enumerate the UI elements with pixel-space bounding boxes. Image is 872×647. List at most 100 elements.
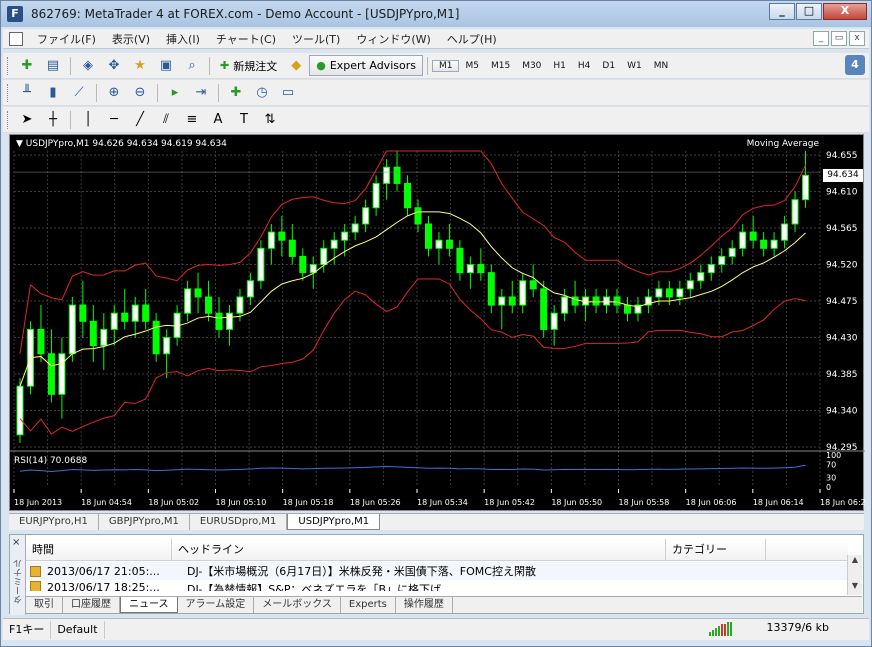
candlestick-icon[interactable]: ▮ (43, 83, 63, 103)
time-tick-label: 18 Jun 04:54 (81, 498, 132, 507)
candle-body (47, 353, 55, 395)
chart-tab-usdjpy[interactable]: USDJPYpro,M1 (287, 514, 381, 530)
candle-body (58, 353, 66, 395)
menu-insert[interactable]: 挿入(I) (158, 31, 208, 47)
fibonacci-icon[interactable]: ≡ (182, 110, 202, 130)
tab-news[interactable]: ニュース (120, 597, 178, 613)
price-chart[interactable]: 94.655 94.610 94.565 94.520 94.475 94.430 94.3… (10, 135, 865, 512)
close-button[interactable]: X (823, 3, 867, 20)
title-bar[interactable]: F 862769: MetaTrader 4 at FOREX.com - De… (1, 1, 871, 27)
horizontal-line-icon[interactable]: ─ (104, 110, 124, 130)
column-time[interactable]: 時間 (26, 539, 172, 560)
document-icon[interactable] (9, 31, 23, 46)
chart-tab-eurjpy[interactable]: EURJPYpro,H1 (9, 514, 99, 530)
maximize-button[interactable]: □ (796, 3, 822, 20)
timeframe-m5[interactable]: M5 (459, 61, 485, 71)
cursor-icon[interactable]: ➤ (17, 110, 37, 130)
zoom-out-icon[interactable]: ⊖ (130, 83, 150, 103)
new-chart-icon[interactable]: ✚ (17, 56, 37, 76)
menu-help[interactable]: ヘルプ(H) (439, 31, 505, 47)
timeframe-m1[interactable]: M1 (431, 59, 460, 72)
candle-body (393, 166, 401, 184)
trendline-icon[interactable]: ╱ (130, 110, 150, 130)
terminal-side: × ターミナル (10, 535, 26, 615)
profiles-icon[interactable]: ▤ (43, 56, 63, 76)
menu-charts[interactable]: チャート(C) (208, 31, 284, 47)
scroll-down-icon[interactable]: ▼ (848, 581, 862, 595)
candle-body (79, 304, 87, 322)
close-icon[interactable]: × (12, 537, 20, 548)
arrows-icon[interactable]: ⇅ (260, 110, 280, 130)
time-tick-label: 18 Jun 05:58 (619, 498, 670, 507)
chart-window[interactable]: 94.655 94.610 94.565 94.520 94.475 94.430 94.3… (9, 134, 865, 512)
text-icon[interactable]: A (208, 110, 228, 130)
price-tick-label: 94.520 (826, 261, 858, 271)
timeframe-w1[interactable]: W1 (621, 61, 648, 71)
zoom-in-icon[interactable]: ⊕ (104, 83, 124, 103)
time-tick-label: 18 Jun 2013 (14, 498, 62, 507)
timeframe-h1[interactable]: H1 (547, 61, 572, 71)
toolbar-grip[interactable] (7, 83, 10, 102)
tab-experts[interactable]: Experts (341, 597, 396, 613)
autoscroll-icon[interactable]: ▸ (165, 83, 185, 103)
candle-body (341, 231, 349, 241)
menu-window[interactable]: ウィンドウ(W) (348, 31, 438, 47)
menu-view[interactable]: 表示(V) (104, 31, 158, 47)
terminal-icon[interactable]: ▣ (156, 56, 176, 76)
scroll-up-icon[interactable]: ▲ (848, 555, 862, 569)
expert-advisors-button[interactable]: ● Expert Advisors (309, 55, 423, 76)
chart-menu-arrow-icon[interactable]: ▼ (16, 139, 23, 149)
new-order-button[interactable]: ✚ 新規注文 (214, 55, 283, 76)
bar-chart-icon[interactable]: ╨ (17, 83, 37, 103)
timeframe-m15[interactable]: M15 (485, 61, 516, 71)
candle-body (225, 312, 233, 330)
data-window-icon[interactable]: ✥ (104, 56, 124, 76)
chart-tab-gbpjpy[interactable]: GBPJPYpro,M1 (99, 514, 190, 530)
timeframe-mn[interactable]: MN (648, 61, 675, 71)
toolbar-grip[interactable] (7, 56, 10, 75)
templates-icon[interactable]: ▭ (278, 83, 298, 103)
menu-tools[interactable]: ツール(T) (284, 31, 348, 47)
app-icon[interactable]: F (7, 6, 23, 22)
indicator-label: Moving Average (746, 139, 819, 149)
status-help: F1キー (3, 620, 52, 639)
chart-tab-eurusd[interactable]: EURUSDpro,M1 (190, 514, 288, 530)
mdi-close-button[interactable]: x (849, 31, 865, 46)
chart-shift-icon[interactable]: ⇥ (191, 83, 211, 103)
terminal-side-label: ターミナル (14, 559, 24, 604)
column-category[interactable]: カテゴリー (666, 539, 766, 560)
periods-icon[interactable]: ◷ (252, 83, 272, 103)
line-chart-icon[interactable]: ⟋ (69, 83, 89, 103)
table-row[interactable]: 2013/06/17 21:05:... DJ-【米市場概況（6月17日）】米株… (26, 562, 848, 580)
indicators-icon[interactable]: ✚ (226, 83, 246, 103)
text-label-icon[interactable]: T (234, 110, 254, 130)
tab-journal[interactable]: 操作履歴 (396, 597, 453, 613)
tab-trade[interactable]: 取引 (26, 597, 63, 613)
mdi-restore-button[interactable]: ▭ (831, 31, 847, 46)
column-headline[interactable]: ヘッドライン (172, 539, 666, 560)
terminal-tabs: 取引 口座履歴 ニュース アラーム設定 メールボックス Experts 操作履歴 (26, 596, 862, 613)
toolbar-grip[interactable] (7, 110, 10, 129)
table-row[interactable]: 2013/06/17 18:25:... DJ-【為替情報】S&P：ベネズエラを… (26, 581, 848, 591)
vertical-scrollbar[interactable]: ▲ ▼ (847, 555, 862, 595)
timeframe-m30[interactable]: M30 (516, 61, 547, 71)
minimize-button[interactable]: _ (769, 3, 795, 20)
strategy-tester-icon[interactable]: ⌕ (182, 56, 202, 76)
metaeditor-icon[interactable]: ◆ (286, 56, 306, 76)
tab-mailbox[interactable]: メールボックス (254, 597, 341, 613)
crosshair-icon[interactable]: ┼ (43, 110, 63, 130)
navigator-icon[interactable]: ★ (130, 56, 150, 76)
time-tick-label: 18 Jun 05:34 (417, 498, 468, 507)
mdi-minimize-button[interactable]: _ (813, 31, 829, 46)
notification-badge[interactable]: 4 (845, 55, 865, 75)
price-tick-label: 94.385 (826, 370, 858, 380)
tab-account-history[interactable]: 口座履歴 (63, 597, 120, 613)
menu-file[interactable]: ファイル(F) (29, 31, 104, 47)
market-watch-icon[interactable]: ◈ (78, 56, 98, 76)
timeframe-h4[interactable]: H4 (572, 61, 597, 71)
timeframe-d1[interactable]: D1 (596, 61, 621, 71)
equidistant-channel-icon[interactable]: ⫽ (156, 110, 176, 130)
tab-alerts[interactable]: アラーム設定 (178, 597, 255, 613)
moving-average-line (19, 211, 806, 387)
vertical-line-icon[interactable]: │ (78, 110, 98, 130)
